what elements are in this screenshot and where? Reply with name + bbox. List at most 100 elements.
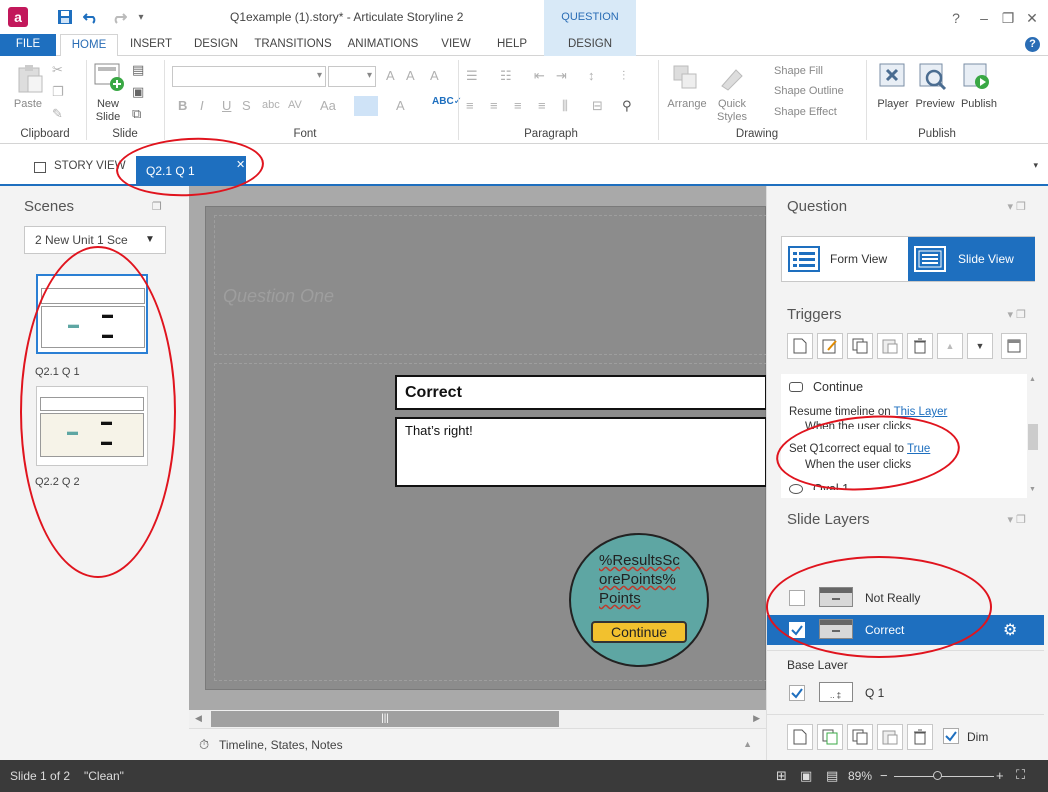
results-variable-text[interactable]: %ResultsScorePoints%Points (599, 551, 681, 608)
zoom-out-icon[interactable]: − (880, 768, 888, 783)
strikethrough-icon[interactable]: abc (262, 99, 280, 111)
bullets-icon[interactable]: ☰ (466, 68, 478, 84)
new-slide-label-2[interactable]: Slide (90, 111, 126, 123)
trigger-link-this-layer[interactable]: This Layer (894, 406, 948, 418)
slide-view-status-icon[interactable]: ▤ (826, 768, 838, 784)
timeline-bar[interactable]: ⏱ Timeline, States, Notes ▲ (189, 728, 766, 760)
scroll-right-icon[interactable]: ▶ (753, 713, 760, 724)
undo-icon[interactable] (80, 6, 102, 28)
tab-design[interactable]: DESIGN (190, 34, 242, 56)
copy-icon[interactable]: ❐ (52, 84, 64, 100)
underline-icon[interactable]: U (222, 98, 231, 113)
close-tab-icon[interactable]: ✕ (236, 158, 245, 171)
results-circle[interactable]: %ResultsScorePoints%Points Continue (569, 533, 709, 667)
title-placeholder[interactable]: Question One (214, 215, 767, 355)
character-spacing-icon[interactable]: AV (288, 99, 302, 111)
maximize-button[interactable]: ❐ (998, 8, 1018, 28)
zoom-slider-handle[interactable] (933, 771, 942, 780)
publish-label[interactable]: Publish (956, 98, 1002, 110)
trigger-scrollbar[interactable]: ▲ ▼ (1027, 374, 1039, 498)
justify-icon[interactable]: ≡ (538, 98, 546, 113)
paste-trigger-icon[interactable] (877, 333, 903, 359)
duplicate-slide-icon[interactable]: ⧉ (132, 106, 141, 122)
panel-controls-icon[interactable]: ▾ ❐ (1008, 308, 1026, 321)
format-painter-icon[interactable]: ✎ (52, 106, 63, 122)
scroll-down-icon[interactable]: ▼ (1029, 486, 1036, 493)
quick-styles-label-1[interactable]: Quick (712, 98, 752, 110)
zoom-in-icon[interactable]: + (996, 768, 1004, 783)
slide-view-button[interactable]: Slide View (908, 237, 1035, 281)
columns-icon[interactable]: ⫼ (562, 98, 568, 114)
tab-file[interactable]: FILE (0, 34, 56, 56)
new-slide-label-1[interactable]: New (90, 98, 126, 110)
trigger-item-2[interactable]: Set Q1correct equal to True (789, 443, 930, 455)
layer-not-really[interactable]: Not Really (767, 583, 1044, 613)
shape-effect-button[interactable]: Shape Effect (774, 106, 837, 118)
edit-trigger-icon[interactable] (817, 333, 843, 359)
trigger-link-true[interactable]: True (907, 443, 930, 455)
cut-icon[interactable]: ✂ (52, 62, 63, 78)
align-text-icon[interactable]: ⊟ (592, 98, 603, 114)
layer-correct[interactable]: Correct ⚙ (767, 615, 1044, 645)
layer-visibility-checkbox[interactable] (789, 685, 805, 701)
highlight-icon[interactable] (354, 96, 378, 116)
tab-home[interactable]: HOME (60, 34, 118, 57)
font-family-select[interactable] (172, 66, 326, 87)
tab-view[interactable]: VIEW (436, 34, 476, 56)
slide-stage[interactable]: Question One Correct That’s right! %Resu… (205, 206, 767, 690)
quick-styles-label-2[interactable]: Styles (712, 111, 752, 123)
dim-checkbox[interactable] (943, 728, 959, 744)
copy-trigger-icon[interactable] (847, 333, 873, 359)
align-left-icon[interactable]: ≡ (466, 98, 474, 113)
help-window-icon[interactable]: ? (946, 8, 966, 28)
grow-font-icon[interactable]: A (386, 68, 395, 83)
layer-visibility-checkbox[interactable] (789, 622, 805, 638)
decrease-indent-icon[interactable]: ⇤ (534, 68, 545, 84)
timeline-label[interactable]: Timeline, States, Notes (219, 738, 343, 752)
trigger-options-icon[interactable] (1001, 333, 1027, 359)
tab-animations[interactable]: ANIMATIONS (344, 34, 422, 56)
shrink-font-icon[interactable]: A (406, 68, 415, 83)
layout-icon[interactable]: ▤ (132, 62, 144, 78)
correct-body-box[interactable]: That’s right! (395, 417, 767, 487)
horizontal-scrollbar[interactable]: ◀ ||| ▶ (189, 710, 766, 728)
change-case-icon[interactable]: Aa (320, 98, 336, 113)
tab-story-view[interactable]: STORY VIEW (54, 160, 126, 172)
panel-controls-icon[interactable]: ▾ ❐ (1008, 200, 1026, 213)
paste-layer-icon[interactable] (877, 724, 903, 750)
player-label[interactable]: Player (874, 98, 912, 110)
duplicate-layer-icon[interactable] (817, 724, 843, 750)
publish-icon[interactable] (962, 62, 992, 92)
question-title[interactable]: Question One (223, 286, 334, 307)
normal-view-status-icon[interactable]: ▣ (800, 768, 812, 784)
shadow-icon[interactable]: S (242, 98, 251, 113)
form-view-label[interactable]: Form View (830, 252, 887, 266)
slide-thumbnail-q21[interactable]: ▬ ▬ ▬ (36, 274, 148, 354)
scroll-up-icon[interactable]: ▲ (1029, 376, 1036, 383)
panel-float-icon[interactable]: ❐ (152, 200, 162, 213)
new-slide-icon[interactable] (94, 62, 124, 92)
shape-fill-button[interactable]: Shape Fill (774, 65, 823, 77)
help-icon[interactable]: ? (1025, 37, 1040, 52)
continue-button[interactable]: Continue (591, 621, 687, 643)
layer-name[interactable]: Correct (865, 623, 904, 637)
slide-view-label[interactable]: Slide View (958, 252, 1014, 266)
trigger-item-1[interactable]: Resume timeline on This Layer (789, 406, 947, 418)
layer-visibility-checkbox[interactable] (789, 590, 805, 606)
scroll-thumb[interactable] (1028, 424, 1038, 450)
save-icon[interactable] (54, 6, 76, 28)
move-up-icon[interactable]: ▲ (937, 333, 963, 359)
tabs-overflow-icon[interactable]: ▾ (1033, 160, 1038, 171)
scroll-left-icon[interactable]: ◀ (195, 713, 202, 724)
panel-controls-icon[interactable]: ▾ ❐ (1008, 513, 1026, 526)
form-view-button[interactable]: Form View (782, 237, 908, 281)
find-icon[interactable]: ⚲ (622, 98, 632, 114)
move-down-icon[interactable]: ▼ (967, 333, 993, 359)
tab-transitions[interactable]: TRANSITIONS (254, 34, 332, 56)
paste-icon[interactable] (16, 64, 44, 94)
customize-toolbar-icon[interactable]: ▾ (130, 6, 152, 28)
align-center-icon[interactable]: ≡ (490, 98, 498, 113)
font-color-icon[interactable]: A (396, 98, 405, 113)
delete-trigger-icon[interactable] (907, 333, 933, 359)
tab-help[interactable]: HELP (490, 34, 534, 56)
